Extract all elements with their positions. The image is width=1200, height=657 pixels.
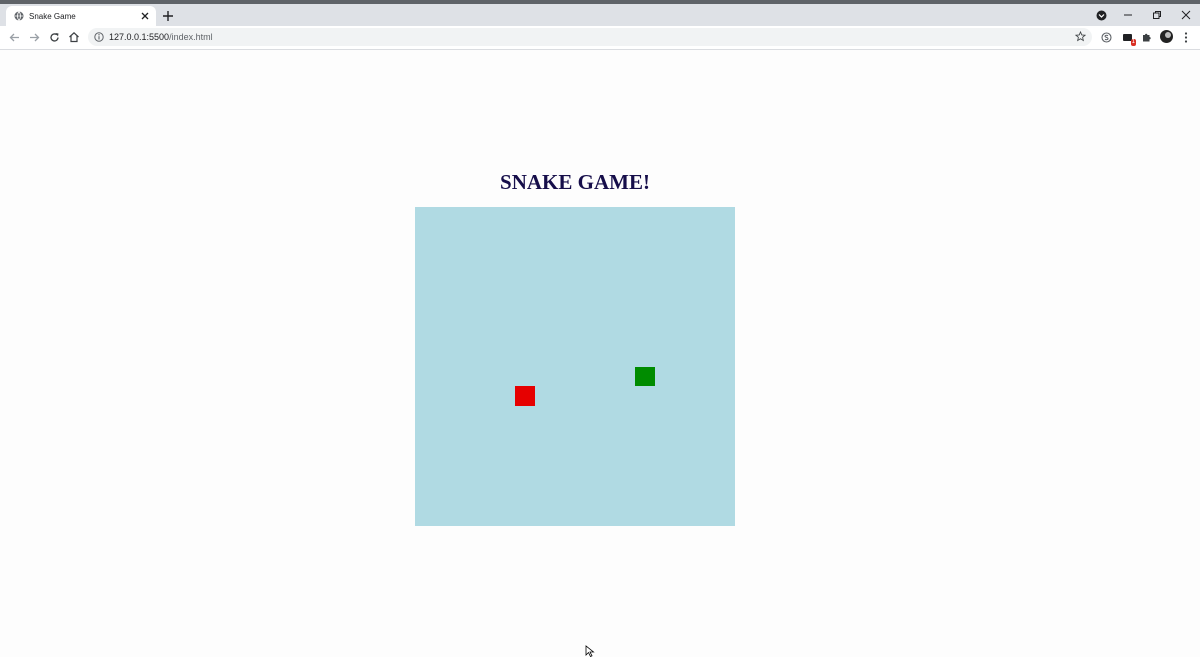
site-info-icon[interactable] (94, 32, 104, 42)
profile-avatar[interactable] (1160, 30, 1173, 43)
address-bar[interactable]: 127.0.0.1:5500/index.html (88, 28, 1092, 46)
url-path: /index.html (169, 32, 213, 42)
new-tab-icon[interactable] (162, 10, 174, 22)
tab-title: Snake Game (29, 11, 76, 21)
globe-icon (14, 11, 24, 21)
game-board[interactable] (415, 207, 735, 526)
extension-with-badge-icon[interactable]: 1 (1121, 31, 1136, 46)
url-host: 127.0.0.1:5500 (109, 32, 170, 42)
back-arrow-icon[interactable] (8, 31, 20, 43)
forward-arrow-icon[interactable] (28, 31, 40, 43)
more-menu-icon[interactable] (1180, 31, 1192, 43)
snake-segment (635, 366, 655, 387)
tab-search-icon[interactable] (1095, 9, 1107, 21)
puzzle-extensions-icon[interactable] (1140, 31, 1152, 43)
close-window-icon[interactable] (1180, 9, 1192, 21)
browser-toolbar: 127.0.0.1:5500/index.html 1 (0, 26, 1200, 50)
tab-strip: Snake Game (0, 4, 1200, 26)
skype-extension-icon[interactable] (1100, 31, 1112, 43)
reload-icon[interactable] (48, 31, 60, 43)
url-text[interactable]: 127.0.0.1:5500/index.html (109, 32, 213, 42)
mouse-cursor-icon (585, 645, 595, 657)
tab-snake-game[interactable]: Snake Game (6, 6, 156, 26)
extension-badge: 1 (1130, 39, 1136, 46)
page-title: SNAKE GAME! (500, 170, 650, 194)
bookmark-star-icon[interactable] (1075, 31, 1086, 42)
restore-icon[interactable] (1151, 9, 1163, 21)
home-icon[interactable] (68, 31, 80, 43)
food-item (515, 386, 535, 407)
close-tab-icon[interactable] (140, 11, 150, 21)
minimize-icon[interactable] (1122, 9, 1134, 21)
